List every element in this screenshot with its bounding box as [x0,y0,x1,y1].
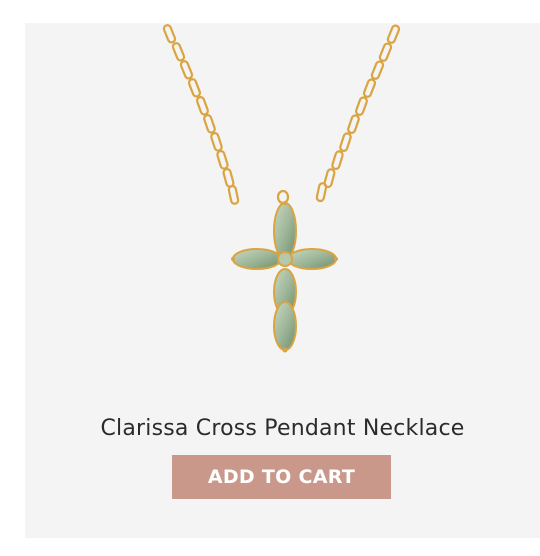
cross-pendant [231,201,338,353]
product-title[interactable]: Clarissa Cross Pendant Necklace [25,416,540,441]
product-card[interactable]: Clarissa Cross Pendant Necklace ADD TO C… [25,23,540,538]
add-to-cart-button[interactable]: ADD TO CART [172,455,391,499]
necklace-chain [162,24,401,205]
product-image[interactable] [25,23,540,393]
